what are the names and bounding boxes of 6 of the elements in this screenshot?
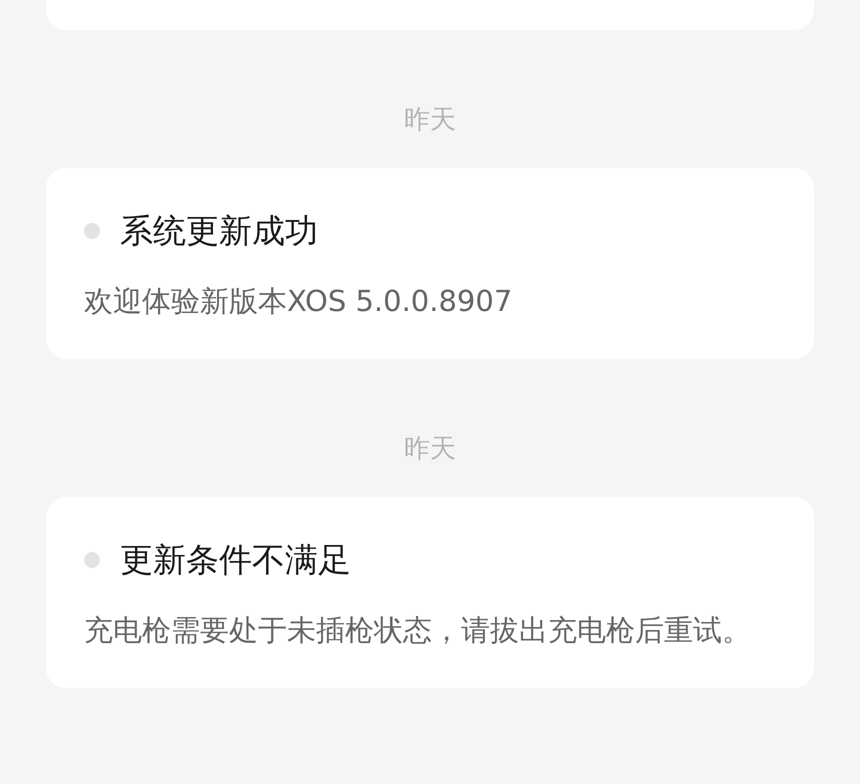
message-title: 更新条件不满足 (120, 539, 351, 581)
message-body: 欢迎体验新版本XOS 5.0.0.8907 (84, 283, 514, 320)
date-label: 昨天 (404, 434, 456, 464)
message-title: 系统更新成功 (120, 210, 318, 252)
message-body: 充电枪需要处于未插枪状态，请拔出充电枪后重试。 (84, 612, 752, 649)
date-label: 昨天 (404, 105, 456, 135)
